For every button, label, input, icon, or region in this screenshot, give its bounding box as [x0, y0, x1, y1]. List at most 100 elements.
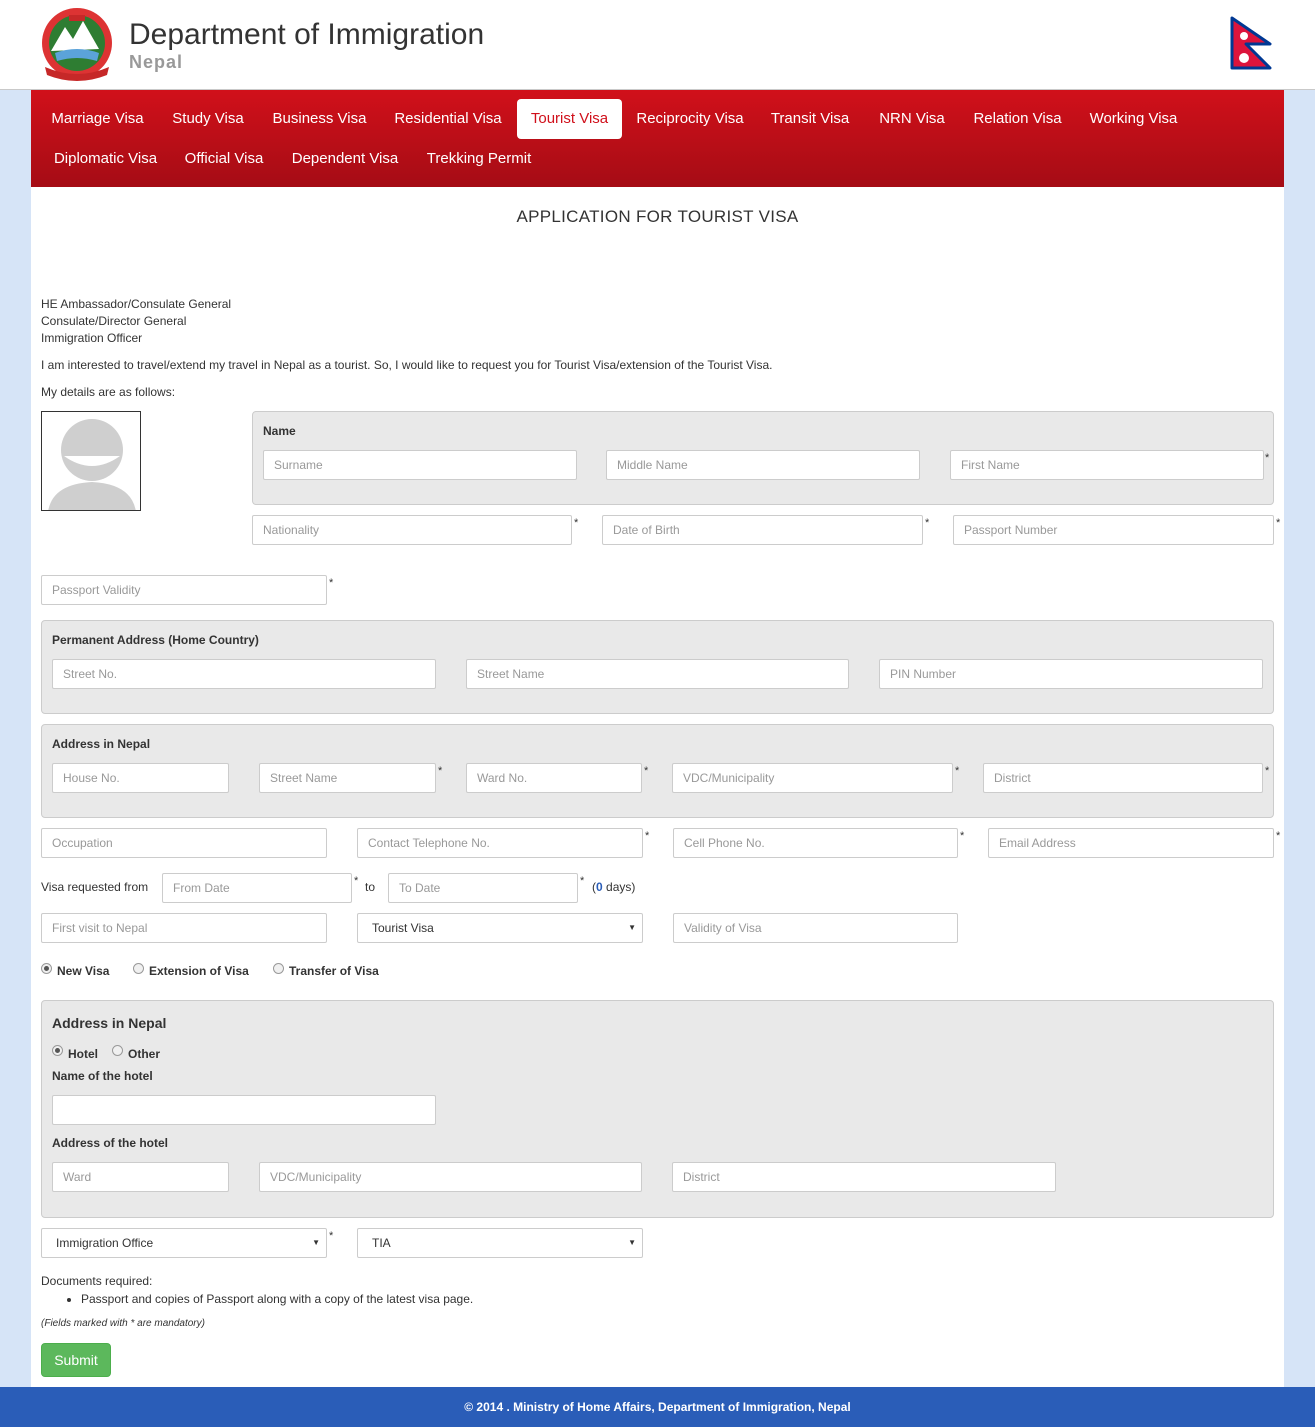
submit-button[interactable]: Submit [41, 1343, 111, 1377]
form-title: APPLICATION FOR TOURIST VISA [516, 207, 799, 226]
name-label: Name [263, 424, 296, 438]
validity-of-visa-input[interactable]: Validity of Visa [673, 913, 958, 943]
nepal-address-label: Address in Nepal [52, 737, 151, 751]
to-label: to [365, 880, 376, 894]
radio-hotel[interactable] [52, 1045, 63, 1056]
required-star: * [438, 765, 443, 777]
nepal-emblem-icon [42, 8, 112, 81]
radio-other-label: Other [128, 1047, 161, 1061]
required-star: * [329, 1230, 334, 1242]
documents-label: Documents required: [41, 1274, 153, 1288]
radio-transfer-visa[interactable] [273, 963, 284, 974]
stay-address-label: Address in Nepal [52, 1015, 167, 1031]
occupation-input[interactable]: Occupation [41, 828, 327, 858]
from-date-input[interactable]: From Date [162, 873, 352, 903]
tab-working-visa[interactable]: Working Visa [1081, 99, 1186, 139]
passport-number-input[interactable]: Passport Number [953, 515, 1274, 545]
tab-marriage-visa[interactable]: Marriage Visa [41, 99, 154, 139]
nepal-address-panel: Address in Nepal House No. Street Name *… [41, 724, 1274, 818]
avatar-placeholder-icon [48, 419, 136, 510]
photo-upload[interactable] [41, 411, 141, 511]
nationality-input[interactable]: Nationality [252, 515, 572, 545]
perm-street-no-input[interactable]: Street No. [52, 659, 436, 689]
dob-input[interactable]: Date of Birth [602, 515, 923, 545]
hotel-ward-input[interactable]: Ward [52, 1162, 229, 1192]
radio-extension-visa-label: Extension of Visa [149, 964, 249, 978]
contact-telephone-input[interactable]: Contact Telephone No. [357, 828, 643, 858]
required-star: * [1276, 517, 1281, 529]
required-star: * [329, 577, 334, 589]
days-count: (0 days) [592, 880, 635, 894]
required-star: * [1276, 830, 1281, 842]
permanent-address-panel: Permanent Address (Home Country) Street … [41, 620, 1274, 714]
permanent-address-label: Permanent Address (Home Country) [52, 633, 259, 647]
visa-from-label: Visa requested from [41, 880, 149, 894]
required-star: * [645, 830, 650, 842]
tab-transit-visa[interactable]: Transit Visa [762, 99, 858, 139]
first-name-input[interactable]: First Name [950, 450, 1264, 480]
tab-study-visa[interactable]: Study Visa [162, 99, 254, 139]
days-close: days) [602, 880, 636, 894]
visa-type-select[interactable]: Tourist Visa [357, 913, 643, 943]
ward-no-input[interactable]: Ward No. [466, 763, 642, 793]
tab-business-visa[interactable]: Business Visa [263, 99, 376, 139]
vdc-input[interactable]: VDC/Municipality [672, 763, 953, 793]
hotel-district-input[interactable]: District [672, 1162, 1056, 1192]
intro-text: I am interested to travel/extend my trav… [41, 358, 773, 372]
office-location-select[interactable]: TIA [357, 1228, 643, 1258]
nepal-street-name-input[interactable]: Street Name [259, 763, 436, 793]
first-visit-input[interactable]: First visit to Nepal [41, 913, 327, 943]
footer: © 2014 . Ministry of Home Affairs, Depar… [0, 1387, 1315, 1427]
tab-diplomatic-visa[interactable]: Diplomatic Visa [45, 139, 166, 179]
perm-pin-input[interactable]: PIN Number [879, 659, 1263, 689]
tab-tourist-visa[interactable]: Tourist Visa [517, 99, 622, 139]
address-line-1: HE Ambassador/Consulate General [41, 297, 232, 311]
radio-new-visa-label: New Visa [57, 964, 110, 978]
hotel-vdc-input[interactable]: VDC/Municipality [259, 1162, 642, 1192]
details-intro: My details are as follows: [41, 385, 176, 399]
email-input[interactable]: Email Address [988, 828, 1274, 858]
tab-dependent-visa[interactable]: Dependent Visa [283, 139, 407, 179]
hotel-name-input[interactable] [52, 1095, 436, 1125]
radio-transfer-visa-label: Transfer of Visa [289, 964, 379, 978]
hotel-address-label: Address of the hotel [52, 1136, 169, 1150]
surname-input[interactable]: Surname [263, 450, 577, 480]
required-star: * [955, 765, 960, 777]
tab-reciprocity-visa[interactable]: Reciprocity Visa [627, 99, 753, 139]
district-input[interactable]: District [983, 763, 1263, 793]
middle-name-input[interactable]: Middle Name [606, 450, 920, 480]
required-star: * [1265, 452, 1270, 464]
site-subtitle: Nepal [129, 52, 184, 72]
radio-extension-visa[interactable] [133, 963, 144, 974]
cell-phone-input[interactable]: Cell Phone No. [673, 828, 958, 858]
name-panel: Name Surname Middle Name First Name * [252, 411, 1274, 505]
required-star: * [644, 765, 649, 777]
address-line-2: Consulate/Director General [41, 314, 187, 328]
required-star: * [574, 517, 579, 529]
tab-nrn-visa[interactable]: NRN Visa [869, 99, 955, 139]
radio-other[interactable] [112, 1045, 123, 1056]
house-no-input[interactable]: House No. [52, 763, 229, 793]
main-content: Marriage Visa Study Visa Business Visa R… [31, 90, 1284, 1387]
site-title: Department of Immigration [129, 18, 485, 51]
hotel-name-label: Name of the hotel [52, 1069, 153, 1083]
address-line-3: Immigration Officer [41, 331, 143, 345]
perm-street-name-input[interactable]: Street Name [466, 659, 849, 689]
radio-hotel-label: Hotel [68, 1047, 98, 1061]
radio-new-visa[interactable] [41, 963, 52, 974]
documents-item: Passport and copies of Passport along wi… [81, 1292, 473, 1306]
stay-address-panel: Address in Nepal Hotel Other Name of the… [41, 1000, 1274, 1218]
required-star: * [580, 875, 585, 887]
tab-relation-visa[interactable]: Relation Visa [964, 99, 1071, 139]
immigration-office-select[interactable]: Immigration Office [41, 1228, 327, 1258]
mandatory-note: (Fields marked with * are mandatory) [41, 1318, 205, 1329]
documents-list: Passport and copies of Passport along wi… [81, 1292, 473, 1306]
passport-validity-input[interactable]: Passport Validity [41, 575, 327, 605]
days-number: 0 [596, 880, 603, 894]
tab-official-visa[interactable]: Official Visa [177, 139, 271, 179]
visa-nav: Marriage Visa Study Visa Business Visa R… [31, 90, 1284, 187]
to-date-input[interactable]: To Date [388, 873, 578, 903]
tab-trekking-permit[interactable]: Trekking Permit [417, 139, 541, 179]
tab-residential-visa[interactable]: Residential Visa [385, 99, 511, 139]
required-star: * [1265, 765, 1270, 777]
